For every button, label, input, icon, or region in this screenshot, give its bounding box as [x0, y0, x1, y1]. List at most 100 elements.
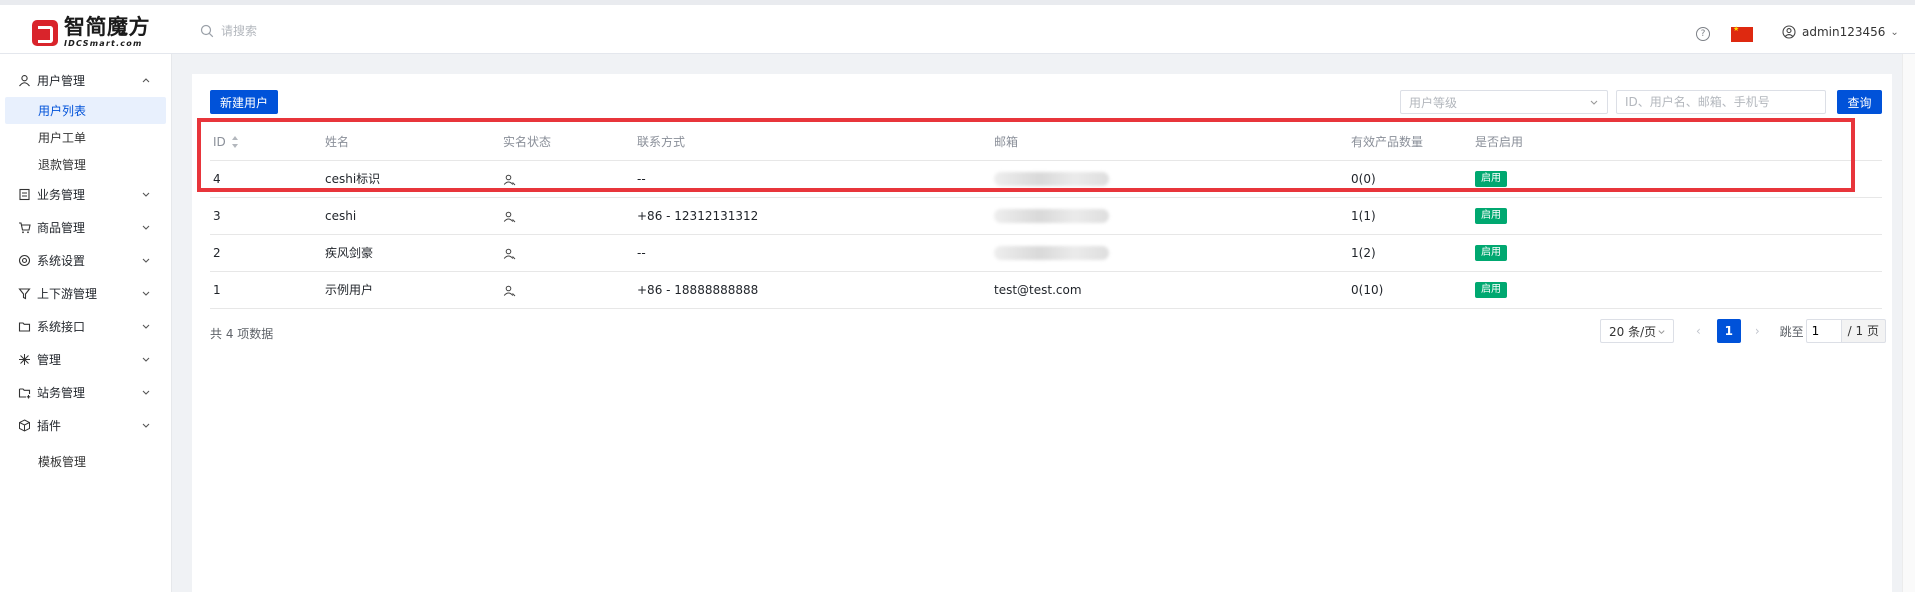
cell-realname-status — [500, 197, 634, 235]
logo[interactable]: 智简魔方 IDCSmart.com — [32, 17, 150, 48]
cell-id: 1 — [210, 271, 322, 309]
cell-name[interactable]: 疾风剑豪 — [322, 234, 500, 272]
chevron-down-icon — [142, 324, 150, 329]
gear-icon — [18, 254, 31, 267]
chevron-up-icon — [142, 78, 150, 83]
filter-icon — [18, 288, 31, 300]
sidebar-group-upstream[interactable]: 上下游管理 — [0, 277, 171, 310]
top-bar: 智简魔方 IDCSmart.com ? admin123456 ⌄ — [0, 0, 1915, 54]
cell-active-products: 0(10) — [1348, 271, 1472, 309]
redacted-email — [994, 208, 1109, 223]
cell-enabled: 启用 — [1472, 271, 1882, 309]
sidebar-group-plugins[interactable]: 插件 — [0, 409, 171, 442]
sparkle-icon — [19, 354, 30, 365]
cube-icon — [19, 419, 30, 432]
chevron-down-icon — [1658, 330, 1665, 335]
cell-contact: -- — [634, 234, 991, 272]
sidebar-group-label: 用户管理 — [37, 74, 86, 88]
sidebar-group-products[interactable]: 商品管理 — [0, 211, 171, 244]
goto-page-input[interactable] — [1805, 319, 1842, 343]
sidebar-item-refunds[interactable]: 退款管理 — [0, 151, 171, 178]
cell-realname-status — [500, 271, 634, 309]
sidebar-group-site[interactable]: 站务管理 — [0, 376, 171, 409]
user-verify-icon — [503, 174, 516, 185]
user-menu[interactable]: admin123456 ⌄ — [1782, 25, 1899, 39]
table-row: 4 ceshi标识 -- 0(0) 启用 — [210, 160, 1882, 198]
cell-contact: -- — [634, 160, 991, 198]
scrollbar[interactable] — [1902, 54, 1915, 592]
user-verify-icon — [503, 285, 516, 296]
status-badge[interactable]: 启用 — [1475, 245, 1507, 261]
cell-email: test@test.com — [991, 271, 1348, 309]
cell-active-products: 1(1) — [1348, 197, 1472, 235]
page-button-current[interactable]: 1 — [1716, 319, 1741, 343]
total-pages: / 1 页 — [1841, 319, 1886, 343]
table-row: 1 示例用户 +86 - 18888888888 test@test.com 0(10)… — [210, 271, 1882, 309]
chevron-down-icon — [142, 192, 150, 197]
sidebar-group-settings[interactable]: 系统设置 — [0, 244, 171, 277]
status-badge[interactable]: 启用 — [1475, 208, 1507, 224]
column-enabled: 是否启用 — [1472, 124, 1882, 161]
chevron-down-icon: ⌄ — [1890, 26, 1899, 38]
cell-name[interactable]: ceshi — [322, 197, 500, 235]
table-header: ID 姓名 实名状态 联系方式 邮箱 有效产品数量 是否启用 — [210, 124, 1882, 161]
next-page-icon[interactable]: › — [1755, 324, 1760, 338]
account-icon — [1782, 25, 1796, 39]
column-name: 姓名 — [322, 124, 500, 161]
cell-id: 3 — [210, 197, 322, 235]
status-badge[interactable]: 启用 — [1475, 171, 1507, 187]
cell-contact: +86 - 18888888888 — [634, 271, 991, 309]
sort-icon[interactable] — [231, 136, 238, 149]
page-size-select[interactable]: 20 条/页 — [1600, 319, 1674, 343]
sidebar-item-user-tickets[interactable]: 用户工单 — [0, 124, 171, 151]
site-icon — [18, 388, 31, 399]
chevron-down-icon — [142, 390, 150, 395]
chevron-down-icon — [142, 357, 150, 362]
keyword-search-input[interactable] — [1616, 90, 1826, 114]
user-icon — [19, 75, 30, 87]
cart-icon — [19, 222, 31, 234]
sidebar-group-business[interactable]: 业务管理 — [0, 178, 171, 211]
logo-icon — [32, 19, 58, 46]
logo-title: 智简魔方 — [64, 15, 150, 39]
pagination: 20 条/页 ‹ 1 › 跳至 / 1 页 — [1600, 319, 1886, 343]
chevron-down-icon — [142, 225, 150, 230]
user-verify-icon — [503, 248, 516, 259]
cell-enabled: 启用 — [1472, 160, 1882, 198]
status-badge[interactable]: 启用 — [1475, 282, 1507, 298]
chevron-down-icon — [142, 258, 150, 263]
cell-id: 2 — [210, 234, 322, 272]
column-active-products: 有效产品数量 — [1348, 124, 1472, 161]
new-user-button[interactable]: 新建用户 — [210, 90, 278, 114]
sidebar-group-interfaces[interactable]: 系统接口 — [0, 310, 171, 343]
column-contact: 联系方式 — [634, 124, 991, 161]
search-input[interactable] — [221, 24, 461, 38]
cell-active-products: 0(0) — [1348, 160, 1472, 198]
column-email: 邮箱 — [991, 124, 1348, 161]
user-level-select[interactable]: 用户等级 — [1400, 90, 1608, 114]
redacted-email — [994, 245, 1109, 260]
sidebar-group-users[interactable]: 用户管理 — [0, 64, 171, 97]
chevron-down-icon — [142, 423, 150, 428]
cell-enabled: 启用 — [1472, 234, 1882, 272]
user-list-card: 新建用户 用户等级 查询 ID 姓名 实名状态 联系方式 邮箱 有效产品数量 是… — [192, 74, 1892, 592]
query-button[interactable]: 查询 — [1837, 90, 1882, 114]
sidebar: 用户管理 用户列表 用户工单 退款管理 业务管理 商品管理 系统设置 上下游管理… — [0, 54, 172, 592]
cell-name[interactable]: ceshi标识 — [322, 160, 500, 198]
redacted-email — [994, 171, 1109, 186]
user-table: ID 姓名 实名状态 联系方式 邮箱 有效产品数量 是否启用 4 ceshi标识 -… — [210, 124, 1882, 309]
help-icon[interactable]: ? — [1696, 27, 1710, 41]
sidebar-group-management[interactable]: 管理 — [0, 343, 171, 376]
cell-realname-status — [500, 160, 634, 198]
global-search — [200, 24, 461, 38]
search-icon — [200, 24, 214, 38]
user-verify-icon — [503, 211, 516, 222]
cell-name[interactable]: 示例用户 — [322, 271, 500, 309]
sidebar-item-templates[interactable]: 模板管理 — [0, 448, 171, 475]
table-row: 2 疾风剑豪 -- 1(2) 启用 — [210, 234, 1882, 272]
prev-page-icon[interactable]: ‹ — [1696, 324, 1701, 338]
cell-realname-status — [500, 234, 634, 272]
language-flag-icon[interactable] — [1731, 25, 1753, 42]
sidebar-item-user-list[interactable]: 用户列表 — [5, 97, 166, 124]
column-id[interactable]: ID — [210, 124, 322, 161]
